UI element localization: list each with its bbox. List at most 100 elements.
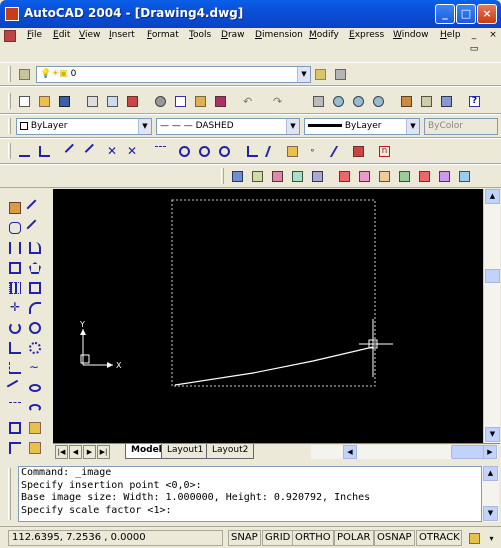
- express-block-icon-1[interactable]: [336, 168, 352, 184]
- new-file-icon[interactable]: [16, 93, 32, 109]
- scale-icon[interactable]: [7, 340, 23, 356]
- menu-modify[interactable]: Modify: [309, 30, 339, 40]
- toolbar-grip[interactable]: [8, 93, 11, 109]
- extend-icon[interactable]: [7, 400, 23, 416]
- tab-next-button[interactable]: ▶: [83, 445, 96, 459]
- layer-manager-icon[interactable]: [16, 66, 32, 82]
- snap-tangent-icon[interactable]: [216, 143, 232, 159]
- ellipse-icon[interactable]: [27, 380, 43, 396]
- tab-last-button[interactable]: ▶|: [97, 445, 110, 459]
- plotstyle-dropdown[interactable]: ByColor: [424, 118, 498, 135]
- copy-object-icon[interactable]: [7, 220, 23, 236]
- toolbar-grip[interactable]: [8, 66, 11, 82]
- menu-format[interactable]: Format: [147, 30, 179, 40]
- command-scrollbar[interactable]: ▲ ▼: [482, 466, 499, 522]
- trim-icon[interactable]: [6, 379, 24, 397]
- tab-layout2[interactable]: Layout2: [206, 444, 255, 459]
- undo-icon[interactable]: ↶: [240, 93, 256, 109]
- design-center-icon[interactable]: [418, 93, 434, 109]
- drawing-area[interactable]: Y X: [53, 189, 483, 443]
- command-scroll-down-button[interactable]: ▼: [483, 506, 498, 521]
- make-object-layer-current-icon[interactable]: [312, 66, 328, 82]
- snap-intersection-icon[interactable]: ✕: [104, 143, 120, 159]
- command-scroll-up-button[interactable]: ▲: [483, 466, 498, 481]
- snap-toggle[interactable]: SNAP: [228, 530, 261, 546]
- toolbar-grip[interactable]: [8, 118, 11, 134]
- erase-icon[interactable]: [7, 200, 23, 216]
- express-layer-icon-5[interactable]: [309, 168, 325, 184]
- insert-block-icon[interactable]: [27, 420, 43, 436]
- publish-icon[interactable]: [124, 93, 140, 109]
- express-block-icon-6[interactable]: [436, 168, 452, 184]
- snap-extension-icon[interactable]: [152, 143, 168, 159]
- temporary-tracking-icon[interactable]: [16, 143, 32, 159]
- snap-nearest-icon[interactable]: [329, 143, 348, 159]
- linetype-dropdown[interactable]: — — — DASHED ▼: [156, 118, 300, 135]
- drawing-horizontal-scrollbar[interactable]: ◀ ▶: [311, 445, 498, 459]
- toolbar-grip[interactable]: [221, 168, 224, 184]
- help-icon[interactable]: ?: [466, 93, 482, 109]
- command-window[interactable]: Command: _image Specify insertion point …: [18, 466, 482, 522]
- ortho-toggle[interactable]: ORTHO: [292, 530, 334, 546]
- doc-minimize-button[interactable]: _: [468, 30, 480, 42]
- snap-none-icon[interactable]: [350, 143, 366, 159]
- tab-layout1[interactable]: Layout1: [161, 444, 210, 459]
- array-icon[interactable]: [7, 280, 23, 296]
- spline-icon[interactable]: ∼: [27, 360, 43, 376]
- osnap-toggle[interactable]: OSNAP: [374, 530, 415, 546]
- menu-dimension[interactable]: Dimension: [255, 30, 303, 40]
- polygon-icon[interactable]: [27, 260, 43, 276]
- layer-dropdown[interactable]: 💡☀▣ 0 ▼: [36, 66, 311, 83]
- command-prompt[interactable]: Specify scale factor <1>:: [19, 505, 481, 518]
- break-icon[interactable]: [7, 420, 23, 436]
- menu-view[interactable]: View: [79, 30, 100, 40]
- rotate-icon[interactable]: [7, 320, 23, 336]
- tab-first-button[interactable]: |◀: [55, 445, 68, 459]
- chevron-down-icon[interactable]: ▼: [297, 67, 310, 82]
- make-block-icon[interactable]: [27, 440, 43, 456]
- chevron-down-icon[interactable]: ▼: [406, 119, 419, 134]
- scroll-up-button[interactable]: ▲: [485, 189, 500, 204]
- snap-quadrant-icon[interactable]: [196, 143, 212, 159]
- menu-edit[interactable]: Edit: [53, 30, 70, 40]
- snap-from-icon[interactable]: [36, 143, 52, 159]
- document-icon[interactable]: [4, 30, 16, 42]
- express-layer-icon-4[interactable]: [289, 168, 305, 184]
- menu-tools[interactable]: Tools: [189, 30, 211, 40]
- snap-node-icon[interactable]: ∘: [304, 143, 320, 159]
- revision-cloud-icon[interactable]: [27, 340, 43, 356]
- stretch-icon[interactable]: [7, 360, 23, 376]
- minimize-button[interactable]: _: [435, 4, 455, 24]
- chevron-down-icon[interactable]: ▼: [286, 119, 299, 134]
- express-layer-icon-3[interactable]: [269, 168, 285, 184]
- vertical-scroll-thumb[interactable]: [485, 269, 500, 283]
- offset-icon[interactable]: [7, 260, 23, 276]
- otrack-toggle[interactable]: OTRACK: [416, 530, 462, 546]
- cut-icon[interactable]: [152, 93, 168, 109]
- rectangle-icon[interactable]: [27, 280, 43, 296]
- snap-midpoint-icon[interactable]: [84, 143, 101, 160]
- autocad-app-icon[interactable]: [5, 7, 19, 21]
- menu-help[interactable]: Help: [440, 30, 461, 40]
- save-icon[interactable]: [56, 93, 72, 109]
- open-folder-icon[interactable]: [36, 93, 52, 109]
- lineweight-dropdown[interactable]: ByLayer ▼: [304, 118, 420, 135]
- status-menu-arrow-icon[interactable]: ▾: [483, 530, 499, 546]
- redo-icon[interactable]: ↷: [270, 93, 286, 109]
- communication-center-icon[interactable]: [466, 530, 482, 546]
- express-block-icon-5[interactable]: [416, 168, 432, 184]
- command-window-grip[interactable]: [8, 468, 11, 520]
- tab-prev-button[interactable]: ◀: [69, 445, 82, 459]
- properties-icon[interactable]: [398, 93, 414, 109]
- snap-apparent-intersection-icon[interactable]: ✕: [124, 143, 140, 159]
- menu-window[interactable]: Window: [393, 30, 429, 40]
- express-layer-icon-2[interactable]: [249, 168, 265, 184]
- grid-toggle[interactable]: GRID: [262, 530, 294, 546]
- express-block-icon-3[interactable]: [376, 168, 392, 184]
- color-dropdown[interactable]: ByLayer ▼: [16, 118, 152, 135]
- snap-insert-icon[interactable]: [284, 143, 300, 159]
- snap-endpoint-icon[interactable]: [64, 143, 81, 160]
- match-properties-icon[interactable]: [212, 93, 228, 109]
- doc-restore-button[interactable]: ▭: [468, 44, 480, 56]
- menu-draw[interactable]: Draw: [221, 30, 245, 40]
